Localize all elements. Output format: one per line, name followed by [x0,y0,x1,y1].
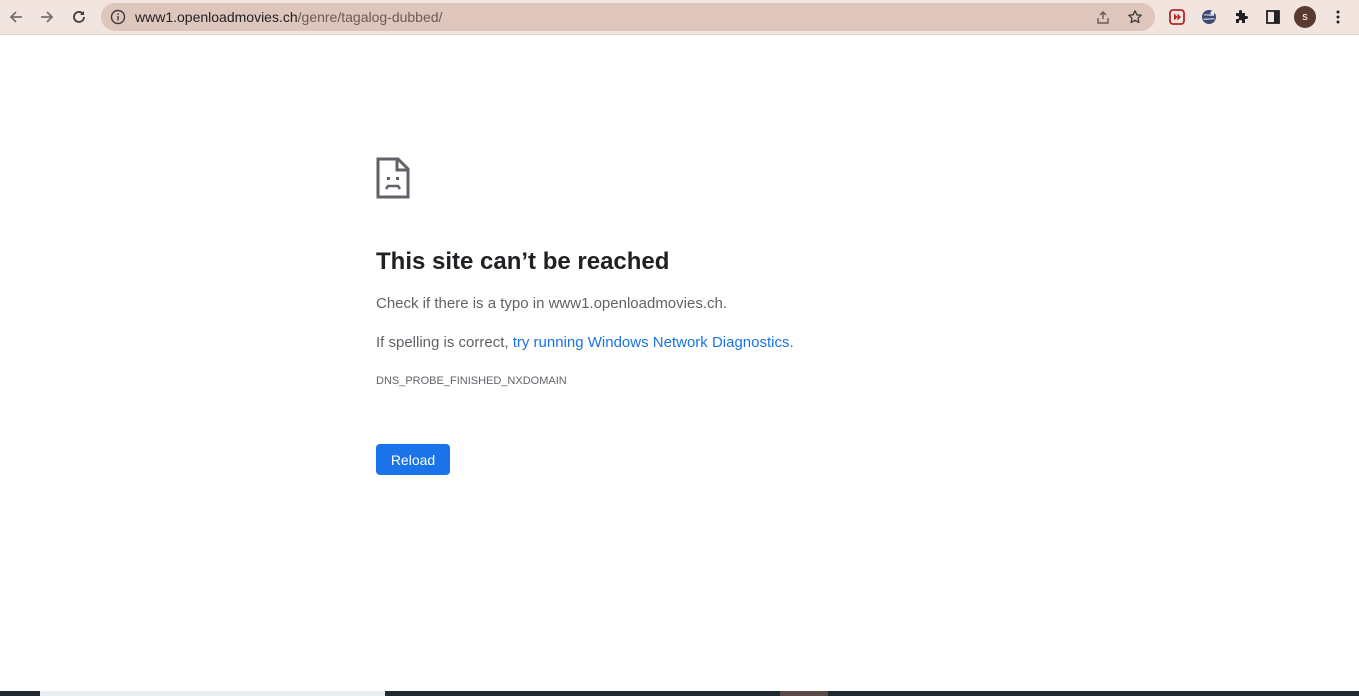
extensions-button[interactable] [1228,4,1254,30]
taskbar-strip [0,691,1359,696]
globe-extension-button[interactable] [1196,4,1222,30]
address-bar[interactable]: www1.openloadmovies.ch/genre/tagalog-dub… [101,3,1155,31]
share-icon[interactable] [1093,7,1113,27]
back-button[interactable] [3,4,29,30]
profile-avatar[interactable]: s [1294,6,1316,28]
error-code: DNS_PROBE_FINISHED_NXDOMAIN [376,375,567,387]
typo-hint: Check if there is a typo in www1.openloa… [376,295,728,312]
media-extension-icon [1168,8,1186,26]
spelling-hint: If spelling is correct, try running Wind… [376,334,794,351]
media-extension-button[interactable] [1164,4,1190,30]
forward-button[interactable] [34,4,60,30]
sad-page-icon [376,157,410,204]
network-diagnostics-link[interactable]: try running Windows Network Diagnostics [513,334,790,351]
kebab-menu-icon [1330,9,1346,25]
reload-icon [71,9,87,25]
taskbar-segment [40,691,385,696]
spelling-prefix: If spelling is correct, [376,334,513,351]
back-arrow-icon [8,9,24,25]
error-title: This site can’t be reached [376,248,670,275]
browser-toolbar: www1.openloadmovies.ch/genre/tagalog-dub… [0,0,1359,35]
url-host: www1.openloadmovies.ch [135,9,298,25]
url-path: /genre/tagalog-dubbed/ [297,9,443,25]
reload-button[interactable]: Reload [376,444,450,475]
info-icon[interactable] [109,8,127,26]
side-panel-icon [1265,9,1281,25]
star-icon[interactable] [1125,7,1145,27]
puzzle-icon [1233,9,1249,25]
forward-arrow-icon [39,9,55,25]
reload-toolbar-button[interactable] [66,4,92,30]
url-text[interactable]: www1.openloadmovies.ch/genre/tagalog-dub… [135,3,442,31]
side-panel-button[interactable] [1260,4,1286,30]
spelling-suffix: . [789,334,794,351]
globe-extension-icon [1200,8,1218,26]
taskbar-segment [780,691,828,696]
browser-menu-button[interactable] [1325,4,1351,30]
